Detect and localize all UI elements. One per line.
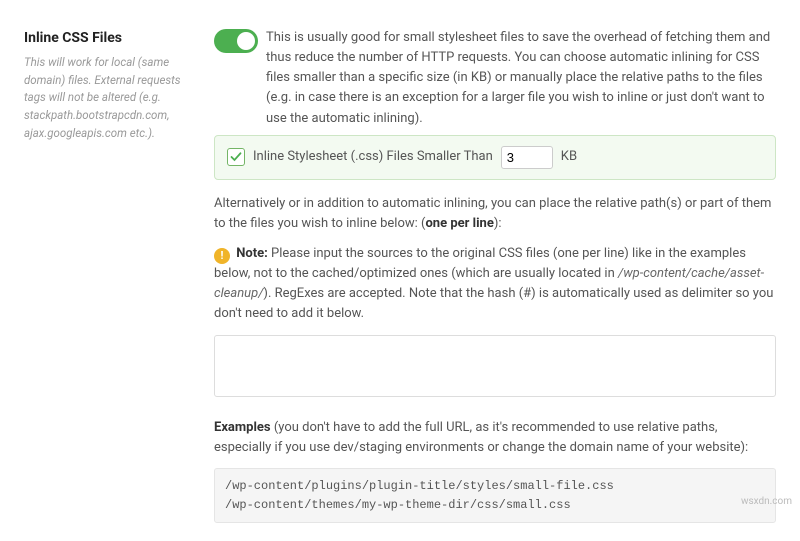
threshold-checkbox[interactable] bbox=[227, 148, 245, 166]
threshold-label-before: Inline Stylesheet (.css) Files Smaller T… bbox=[253, 147, 493, 167]
note-text: ! Note: Please input the sources to the … bbox=[214, 244, 776, 325]
examples-code: /wp-content/plugins/plugin-title/styles/… bbox=[214, 468, 776, 523]
threshold-box: Inline Stylesheet (.css) Files Smaller T… bbox=[214, 135, 776, 180]
alt-text: Alternatively or in addition to automati… bbox=[214, 194, 776, 234]
watermark: wsxdn.com bbox=[741, 494, 792, 510]
section-description: This will work for local (same domain) f… bbox=[24, 54, 196, 143]
intro-text: This is usually good for small styleshee… bbox=[266, 28, 776, 129]
section-title: Inline CSS Files bbox=[24, 28, 196, 50]
warning-icon: ! bbox=[214, 248, 230, 264]
inline-css-toggle[interactable] bbox=[214, 29, 258, 53]
threshold-label-after: KB bbox=[561, 147, 577, 167]
check-icon bbox=[230, 151, 242, 163]
examples-text: Examples (you don't have to add the full… bbox=[214, 418, 776, 458]
threshold-input[interactable] bbox=[501, 146, 553, 169]
paths-textarea[interactable] bbox=[214, 335, 776, 397]
